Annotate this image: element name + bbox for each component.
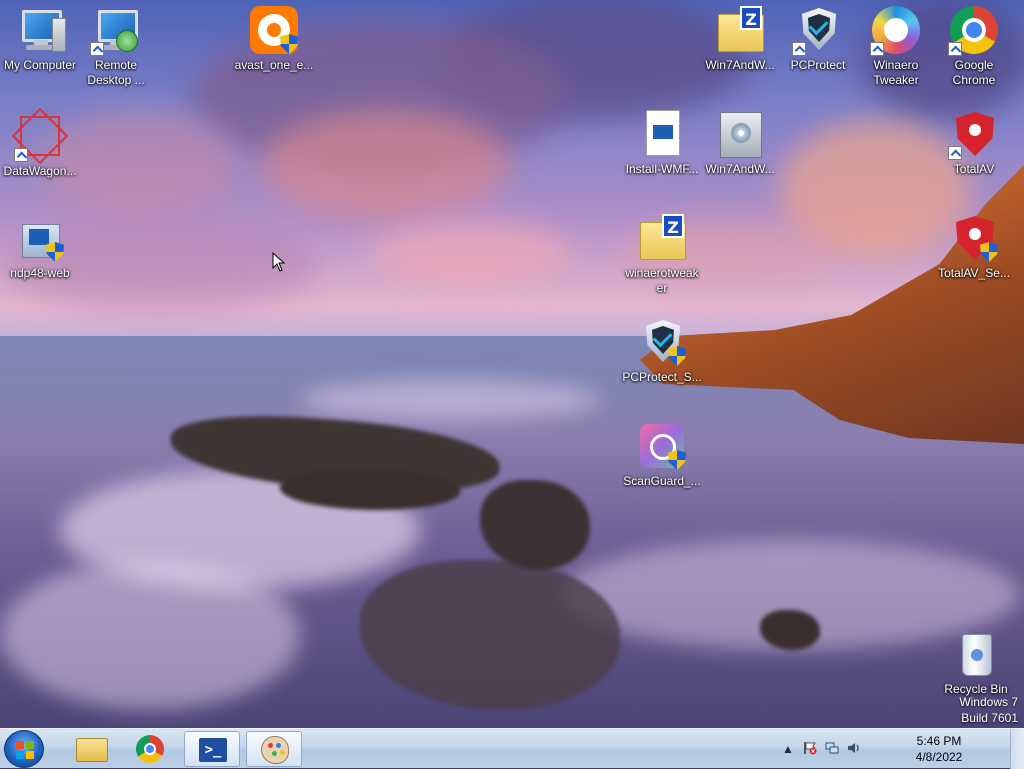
setup-disc-icon (716, 110, 764, 158)
pcprotect-icon (792, 6, 842, 56)
taskbar: >_ ▲ 5:46 PM 4/8/2022 (0, 728, 1024, 769)
desktop-icon-label: Win7AndW... (705, 162, 775, 176)
windows-build-watermark: Windows 7 Build 7601 (959, 694, 1018, 726)
scanguard-icon (638, 422, 686, 470)
desktop-icon-ndp48-web[interactable]: ndp48-web (0, 214, 80, 281)
shortcut-arrow-icon (792, 42, 806, 56)
desktop-icon-win7andw-zip[interactable]: Z Win7AndW... (700, 6, 780, 73)
totalav-icon (948, 110, 998, 160)
desktop-icon-winaerotweaker-zip[interactable]: Z winaerotweaker (622, 214, 702, 296)
taskbar-button-chrome[interactable] (122, 731, 178, 767)
action-center-flag-icon[interactable] (802, 741, 818, 757)
start-button[interactable] (4, 730, 44, 768)
desktop-icon-google-chrome[interactable]: Google Chrome (934, 6, 1014, 88)
paint-palette-icon (261, 736, 289, 764)
desktop-icon-avast-one[interactable]: avast_one_e... (232, 6, 316, 73)
installer-icon (16, 214, 64, 262)
shortcut-arrow-icon (90, 42, 104, 56)
shortcut-arrow-icon (948, 146, 962, 160)
desktop-icon-win7andw-setup[interactable]: Win7AndW... (700, 110, 780, 177)
windows-logo-icon (16, 741, 34, 759)
recycle-bin-icon (952, 630, 1000, 678)
powershell-icon: >_ (199, 738, 227, 762)
desktop-icon-remote-desktop[interactable]: Remote Desktop ... (76, 6, 156, 88)
pcprotect-setup-icon (638, 318, 686, 366)
chrome-icon (948, 6, 998, 56)
uac-shield-icon (46, 242, 64, 262)
watermark-os: Windows 7 (959, 695, 1018, 709)
uac-shield-icon (668, 346, 686, 366)
show-hidden-icons-button[interactable]: ▲ (780, 741, 796, 757)
desktop-icon-label: Google Chrome (952, 58, 996, 87)
clock-time: 5:46 PM (916, 734, 962, 748)
desktop-icon-label: TotalAV (953, 162, 995, 176)
zip-folder-icon: Z (716, 6, 764, 54)
shortcut-arrow-icon (870, 42, 884, 56)
desktop-icon-label: My Computer (3, 58, 77, 72)
desktop-icon-totalav-setup[interactable]: TotalAV_Se... (934, 214, 1014, 281)
desktop-icon-label: Remote Desktop ... (87, 58, 145, 87)
desktop-icon-label: Winaero Tweaker (873, 58, 919, 87)
datawagon-icon (11, 107, 69, 165)
desktop-icon-scanguard[interactable]: ScanGuard_... (622, 422, 702, 489)
clock-date: 4/8/2022 (915, 750, 963, 764)
desktop-icon-my-computer[interactable]: My Computer (0, 6, 80, 73)
desktop-icon-label: avast_one_e... (234, 58, 314, 72)
desktop-icon-label: DataWagon... (3, 164, 77, 178)
system-clock[interactable]: 5:46 PM 4/8/2022 (904, 733, 974, 765)
folder-icon (76, 738, 108, 762)
zip-folder-icon: Z (638, 214, 686, 262)
desktop-icon-install-wmf[interactable]: Install-WMF... (622, 110, 702, 177)
winaero-tweaker-icon (870, 6, 920, 56)
desktop-icon-label: Install-WMF... (625, 162, 699, 176)
taskbar-button-powershell[interactable]: >_ (184, 731, 240, 767)
desktop-icon-totalav[interactable]: TotalAV (934, 110, 1014, 177)
desktop-icon-label: PCProtect_S... (622, 370, 702, 384)
taskbar-button-paint[interactable] (246, 731, 302, 767)
computer-icon (16, 6, 66, 54)
desktop-icon-winaero-tweaker[interactable]: Winaero Tweaker (856, 6, 936, 88)
network-icon[interactable] (824, 741, 840, 757)
shortcut-arrow-icon (948, 42, 962, 56)
avast-icon (250, 6, 298, 54)
uac-shield-icon (980, 242, 998, 262)
shortcut-arrow-icon (14, 148, 28, 162)
desktop-icon-label: PCProtect (790, 58, 846, 72)
watermark-build: Build 7601 (961, 711, 1018, 725)
desktop-icon-pcprotect[interactable]: PCProtect (778, 6, 858, 73)
desktop-icon-datawagon[interactable]: DataWagon... (0, 107, 80, 179)
volume-icon[interactable] (846, 741, 862, 757)
uac-shield-icon (280, 34, 298, 54)
desktop-icon-label: winaerotweaker (625, 266, 699, 295)
totalav-setup-icon (950, 214, 998, 262)
desktop-icon-label: ndp48-web (10, 266, 70, 280)
powershell-script-icon (638, 110, 686, 158)
desktop-icon-recycle-bin[interactable]: Recycle Bin (936, 630, 1016, 697)
remote-desktop-icon (90, 6, 140, 56)
chrome-icon (136, 735, 164, 763)
desktop-icon-label: TotalAV_Se... (938, 266, 1010, 280)
taskbar-button-explorer[interactable] (62, 731, 118, 767)
show-desktop-button[interactable] (1010, 729, 1024, 769)
desktop-wallpaper (0, 0, 1024, 728)
desktop-icon-label: ScanGuard_... (623, 474, 701, 488)
desktop-icon-pcprotect-setup[interactable]: PCProtect_S... (622, 318, 702, 385)
desktop-icon-label: Win7AndW... (705, 58, 775, 72)
